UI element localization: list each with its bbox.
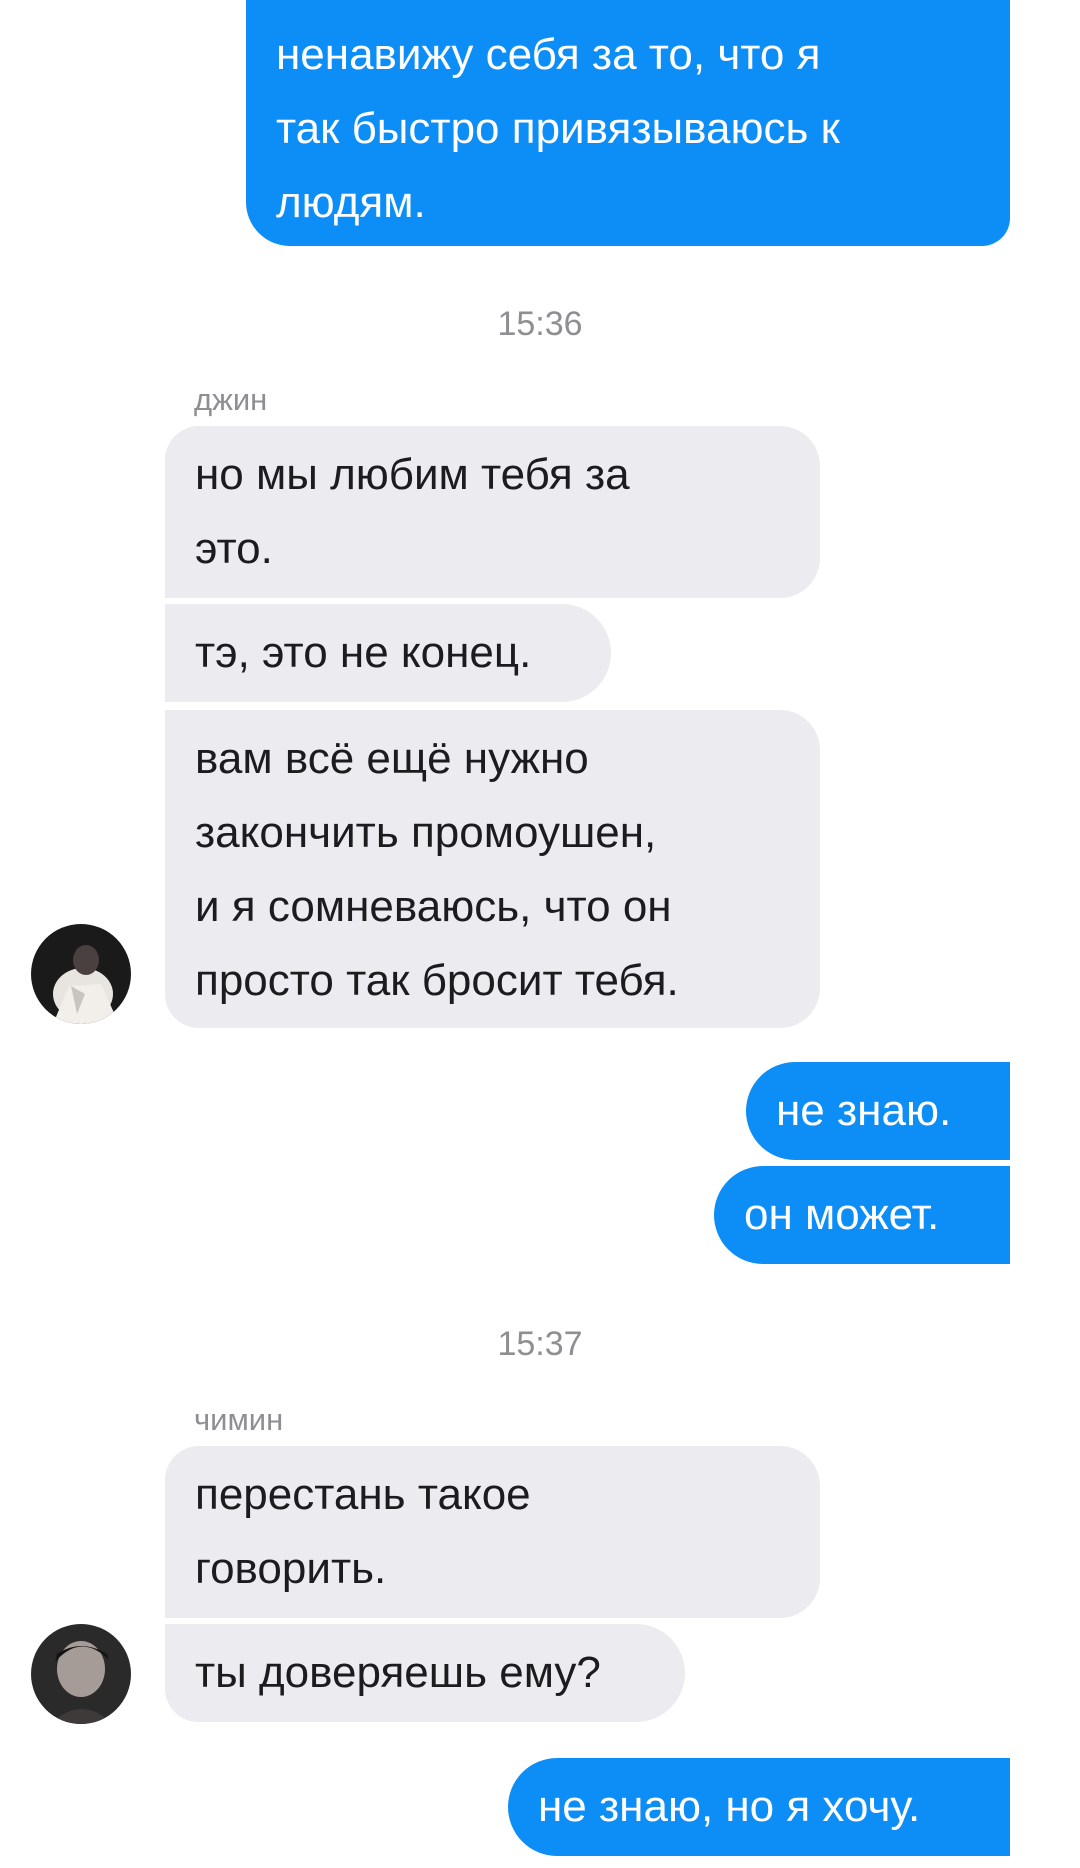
incoming-message[interactable]: вам всё ещё нужно закончить промоушен, и…	[165, 710, 820, 1028]
avatar-photo	[31, 924, 131, 1024]
incoming-message[interactable]: перестань такое говорить.	[165, 1446, 820, 1618]
avatar-photo	[31, 1624, 131, 1724]
outgoing-message[interactable]: он может.	[714, 1166, 1010, 1264]
outgoing-message[interactable]: не знаю.	[746, 1062, 1010, 1160]
timestamp: 15:37	[497, 1325, 583, 1363]
sender-name: чимин	[194, 1402, 284, 1437]
sender-name: джин	[194, 382, 268, 417]
timestamp: 15:36	[497, 305, 583, 343]
avatar[interactable]	[31, 924, 131, 1024]
avatar[interactable]	[31, 1624, 131, 1724]
chat-screen: ненавижу себя за то, что я так быстро пр…	[0, 0, 1080, 1868]
incoming-message[interactable]: ты доверяешь ему?	[165, 1624, 685, 1722]
incoming-message[interactable]: но мы любим тебя за это.	[165, 426, 820, 598]
outgoing-message[interactable]: не знаю, но я хочу.	[508, 1758, 1010, 1856]
outgoing-message[interactable]: ненавижу себя за то, что я так быстро пр…	[246, 0, 1010, 246]
incoming-message[interactable]: тэ, это не конец.	[165, 604, 611, 702]
